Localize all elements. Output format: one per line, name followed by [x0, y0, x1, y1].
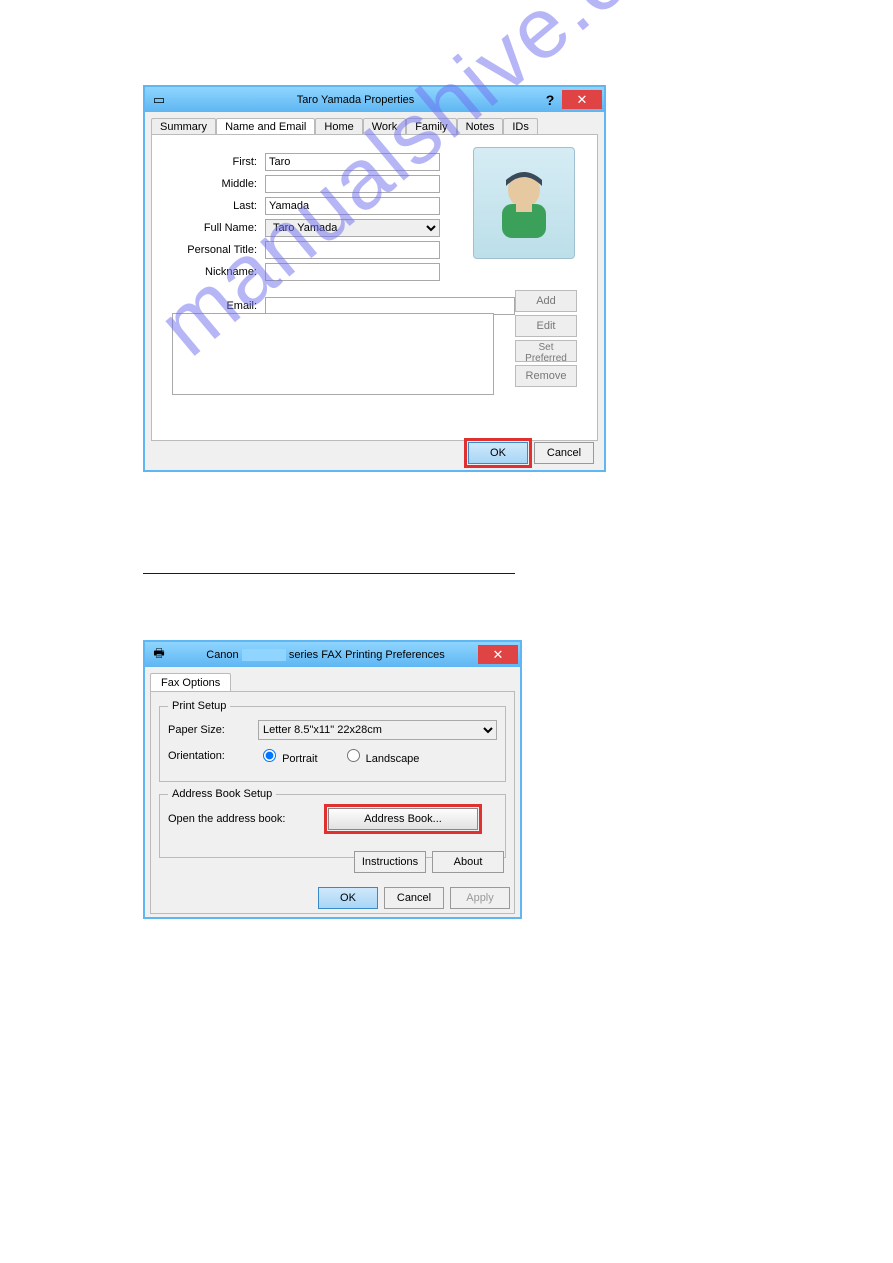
tab-strip-2: Fax Options: [145, 667, 520, 691]
first-input[interactable]: [265, 153, 440, 171]
paper-size-label: Paper Size:: [168, 724, 258, 736]
tab-name-email[interactable]: Name and Email: [216, 118, 315, 135]
middle-label: Middle:: [162, 178, 265, 190]
fullname-label: Full Name:: [162, 222, 265, 234]
titlebar[interactable]: ▭ Taro Yamada Properties ? ✕: [145, 87, 604, 112]
paper-size-select[interactable]: Letter 8.5"x11" 22x28cm: [258, 720, 497, 740]
titlebar[interactable]: 🖶 Canon XXXXXX series FAX Printing Prefe…: [145, 642, 520, 667]
address-book-group: Address Book Setup Open the address book…: [159, 788, 506, 858]
ok-button[interactable]: OK: [318, 887, 378, 909]
orientation-label: Orientation:: [168, 750, 258, 762]
address-book-button[interactable]: Address Book...: [328, 808, 478, 830]
tab-ids[interactable]: IDs: [503, 118, 538, 135]
cancel-button[interactable]: Cancel: [384, 887, 444, 909]
avatar-icon: [484, 158, 564, 248]
personal-title-label: Personal Title:: [162, 244, 265, 256]
tab-panel: First: Middle: Last: Full Name: Taro Yam…: [151, 134, 598, 441]
print-setup-legend: Print Setup: [168, 700, 230, 712]
address-book-legend: Address Book Setup: [168, 788, 276, 800]
tab-work[interactable]: Work: [363, 118, 406, 135]
last-label: Last:: [162, 200, 265, 212]
window-title: Canon XXXXXX series FAX Printing Prefere…: [173, 649, 478, 661]
tab-summary[interactable]: Summary: [151, 118, 216, 135]
add-button[interactable]: Add: [515, 290, 577, 312]
personal-title-input[interactable]: [265, 241, 440, 259]
tab-home[interactable]: Home: [315, 118, 362, 135]
tab-notes[interactable]: Notes: [457, 118, 504, 135]
fullname-select[interactable]: Taro Yamada: [265, 219, 440, 237]
window-icon: ▭: [151, 92, 167, 108]
landscape-radio[interactable]: Landscape: [342, 746, 420, 765]
email-button-group: Add Edit Set Preferred Remove: [515, 290, 577, 387]
tab-family[interactable]: Family: [406, 118, 456, 135]
dialog-button-bar-2: OK Cancel Apply: [145, 887, 520, 909]
help-button[interactable]: ?: [538, 92, 562, 108]
properties-dialog: ▭ Taro Yamada Properties ? ✕ Summary Nam…: [143, 85, 606, 472]
cancel-button[interactable]: Cancel: [534, 442, 594, 464]
about-button[interactable]: About: [432, 851, 504, 873]
nickname-input[interactable]: [265, 263, 440, 281]
set-preferred-button[interactable]: Set Preferred: [515, 340, 577, 362]
printer-icon: 🖶: [151, 647, 167, 663]
last-input[interactable]: [265, 197, 440, 215]
tab-strip: Summary Name and Email Home Work Family …: [145, 112, 604, 134]
apply-button[interactable]: Apply: [450, 887, 510, 909]
edit-button[interactable]: Edit: [515, 315, 577, 337]
close-button[interactable]: ✕: [562, 90, 602, 109]
ok-button[interactable]: OK: [468, 442, 528, 464]
print-setup-group: Print Setup Paper Size: Letter 8.5"x11" …: [159, 700, 506, 782]
nickname-label: Nickname:: [162, 266, 265, 278]
section-divider: [143, 573, 515, 574]
remove-button[interactable]: Remove: [515, 365, 577, 387]
first-label: First:: [162, 156, 265, 168]
printing-preferences-dialog: 🖶 Canon XXXXXX series FAX Printing Prefe…: [143, 640, 522, 919]
info-button-bar: Instructions About: [354, 851, 504, 873]
window-title: Taro Yamada Properties: [173, 94, 538, 106]
open-address-book-label: Open the address book:: [168, 813, 328, 825]
tab-fax-options[interactable]: Fax Options: [150, 673, 231, 692]
close-button[interactable]: ✕: [478, 645, 518, 664]
email-label: Email:: [162, 300, 265, 312]
contact-avatar: [473, 147, 575, 259]
instructions-button[interactable]: Instructions: [354, 851, 426, 873]
portrait-radio[interactable]: Portrait: [258, 746, 318, 765]
dialog-button-bar: OK Cancel: [468, 442, 594, 464]
middle-input[interactable]: [265, 175, 440, 193]
email-listbox[interactable]: [172, 313, 494, 395]
